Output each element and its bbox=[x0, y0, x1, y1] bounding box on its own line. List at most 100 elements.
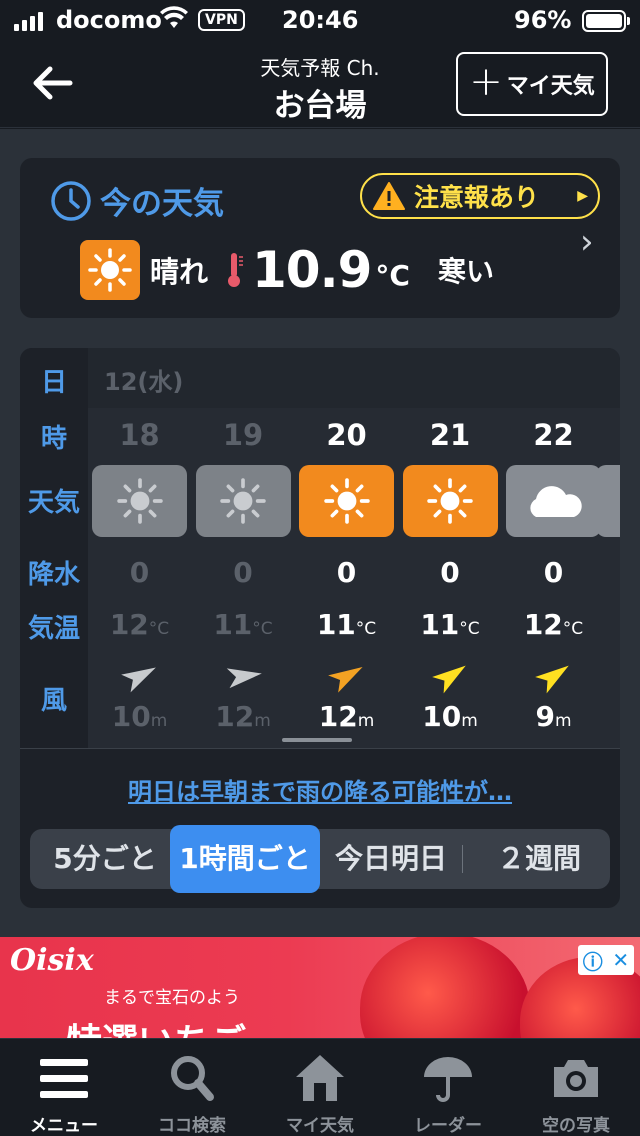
chevron-right-icon: › bbox=[580, 222, 594, 262]
ad-copy: まるで宝石のよう bbox=[104, 988, 240, 1008]
wind-speed-value: 10m bbox=[111, 700, 168, 733]
current-weather-title: 今の天気 bbox=[50, 178, 224, 223]
add-my-weather-label: マイ天気 bbox=[506, 74, 595, 99]
ad-info-close[interactable]: ⓘ ✕ bbox=[578, 945, 634, 975]
precip-value: 0 bbox=[129, 556, 150, 589]
hour-label: 22 bbox=[533, 418, 574, 452]
cloud-icon bbox=[506, 465, 601, 537]
current-weather-card[interactable]: 今の天気 注意報あり ▶ › 晴れ 10.9 °C 寒い bbox=[20, 158, 620, 318]
warning-icon bbox=[373, 182, 405, 210]
label-precip: 降水 bbox=[27, 560, 80, 590]
temp-value: 11°C bbox=[213, 608, 273, 641]
carrier-name: docomo bbox=[56, 6, 162, 34]
wind-speed-value: 12m bbox=[318, 700, 375, 733]
segment-today-tomorrow[interactable]: 今日明日 bbox=[324, 829, 458, 889]
alert-text: 注意報あり bbox=[414, 183, 540, 212]
vpn-badge: VPN bbox=[198, 9, 245, 31]
tab-label: メニュー bbox=[30, 1116, 98, 1136]
wind-direction-icon bbox=[431, 665, 466, 694]
wind-direction-icon bbox=[121, 667, 156, 693]
temp-value: 11°C bbox=[316, 608, 377, 641]
segment-1hour[interactable]: 1時間ごと bbox=[170, 825, 320, 893]
precip-value: 0 bbox=[543, 556, 564, 589]
plus-icon: + bbox=[469, 59, 503, 105]
precip-value: 0 bbox=[440, 556, 460, 589]
info-icon[interactable]: ⓘ bbox=[583, 946, 603, 975]
hour-column: 19 0 11°C 12m bbox=[192, 408, 295, 748]
menu-icon bbox=[40, 1059, 88, 1098]
hour-column: 22 0 12°C 9m bbox=[502, 408, 605, 748]
wifi-icon bbox=[160, 6, 188, 36]
tab-label: マイ天気 bbox=[286, 1116, 354, 1136]
wind-speed-value: 12m bbox=[215, 700, 271, 733]
wind-speed-value: 9m bbox=[535, 700, 572, 733]
status-time: 20:46 bbox=[282, 6, 359, 34]
tab-search[interactable]: ココ検索 bbox=[128, 1039, 256, 1136]
hour-label: 18 bbox=[119, 418, 160, 452]
temp-value: 12°C bbox=[109, 608, 170, 641]
home-icon bbox=[296, 1055, 344, 1101]
battery-icon bbox=[582, 10, 630, 32]
tab-sky-photos[interactable]: 空の写真 bbox=[512, 1039, 640, 1136]
bottom-tab-bar: メニュー ココ検索 マイ天気 レーダー 空の写真 bbox=[0, 1038, 640, 1136]
camera-icon bbox=[554, 1060, 598, 1097]
scroll-indicator bbox=[282, 738, 352, 742]
ad-brand: Oisix bbox=[10, 943, 94, 978]
wind-direction-icon bbox=[328, 667, 363, 693]
sun-icon bbox=[92, 465, 187, 537]
label-weather: 天気 bbox=[27, 488, 80, 518]
hour-label: 21 bbox=[429, 418, 471, 452]
wind-direction-icon bbox=[226, 668, 262, 689]
condition-text: 晴れ bbox=[150, 255, 209, 289]
ad-headline: 特選いちご bbox=[66, 1013, 246, 1038]
temp-value: 11°C bbox=[420, 608, 480, 641]
umbrella-icon bbox=[424, 1057, 472, 1102]
battery-percent: 96% bbox=[514, 6, 572, 34]
current-weather-title-text: 今の天気 bbox=[100, 186, 224, 222]
tab-my-weather[interactable]: マイ天気 bbox=[256, 1039, 384, 1136]
segment-2weeks[interactable]: ２週間 bbox=[470, 829, 608, 889]
forecast-date: 12(水) bbox=[104, 368, 184, 396]
label-day: 日 bbox=[40, 368, 67, 398]
row-labels: 日 時 天気 降水 気温 風 bbox=[20, 348, 88, 748]
sun-icon bbox=[80, 240, 140, 300]
current-temperature: 10.9 bbox=[252, 241, 372, 299]
label-wind: 風 bbox=[40, 686, 67, 716]
tab-menu[interactable]: メニュー bbox=[0, 1039, 128, 1136]
close-icon[interactable]: ✕ bbox=[612, 948, 629, 972]
tab-label: ココ検索 bbox=[158, 1116, 226, 1136]
hour-label: 19 bbox=[222, 418, 264, 452]
hour-column: 21 0 11°C 10m bbox=[399, 408, 502, 748]
temp-value: 12°C bbox=[523, 608, 584, 641]
tab-radar[interactable]: レーダー bbox=[384, 1039, 512, 1136]
segment-5min[interactable]: 5分ごと bbox=[40, 829, 170, 889]
alert-badge[interactable]: 注意報あり ▶ bbox=[360, 173, 600, 219]
sun-icon bbox=[195, 465, 291, 537]
main-content: 今の天気 注意報あり ▶ › 晴れ 10.9 °C 寒い 12(水) 日 時 天… bbox=[0, 129, 640, 937]
status-bar: docomo VPN 20:46 96% bbox=[0, 0, 640, 40]
signal-icon bbox=[14, 12, 43, 31]
hour-column: 18 0 12°C 10m bbox=[88, 408, 191, 748]
clock-icon bbox=[51, 180, 91, 221]
sun-icon bbox=[299, 465, 394, 537]
tab-label: レーダー bbox=[414, 1116, 482, 1136]
tab-label: 空の写真 bbox=[542, 1116, 610, 1136]
interval-segmented-control: 5分ごと 1時間ごと 今日明日 ２週間 bbox=[30, 825, 610, 893]
precip-value: 0 bbox=[336, 556, 357, 589]
divider bbox=[20, 748, 620, 749]
label-hour: 時 bbox=[40, 424, 67, 454]
forecast-note-link[interactable]: 明日は早朝まで雨の降る可能性が… bbox=[20, 772, 620, 807]
ad-banner[interactable]: Oisix まるで宝石のよう 特選いちご ⓘ ✕ bbox=[0, 937, 640, 1038]
add-my-weather-button[interactable]: + マイ天気 bbox=[456, 52, 608, 116]
search-icon bbox=[171, 1056, 214, 1101]
hour-label: 20 bbox=[326, 418, 367, 452]
thermometer-icon bbox=[228, 253, 244, 287]
date-row: 12(水) bbox=[88, 348, 620, 408]
hourly-scroller[interactable]: 18 0 12°C 10m 19 0 11°C 12m 20 0 11°C 12m 21 0 11°C 10m… bbox=[88, 408, 620, 748]
temperature-unit: °C bbox=[375, 258, 410, 292]
segment-divider bbox=[462, 845, 463, 873]
caret-right-icon: ▶ bbox=[577, 188, 588, 204]
sun-icon bbox=[402, 465, 498, 537]
feel-text: 寒い bbox=[437, 255, 494, 288]
precip-value: 0 bbox=[233, 556, 253, 589]
